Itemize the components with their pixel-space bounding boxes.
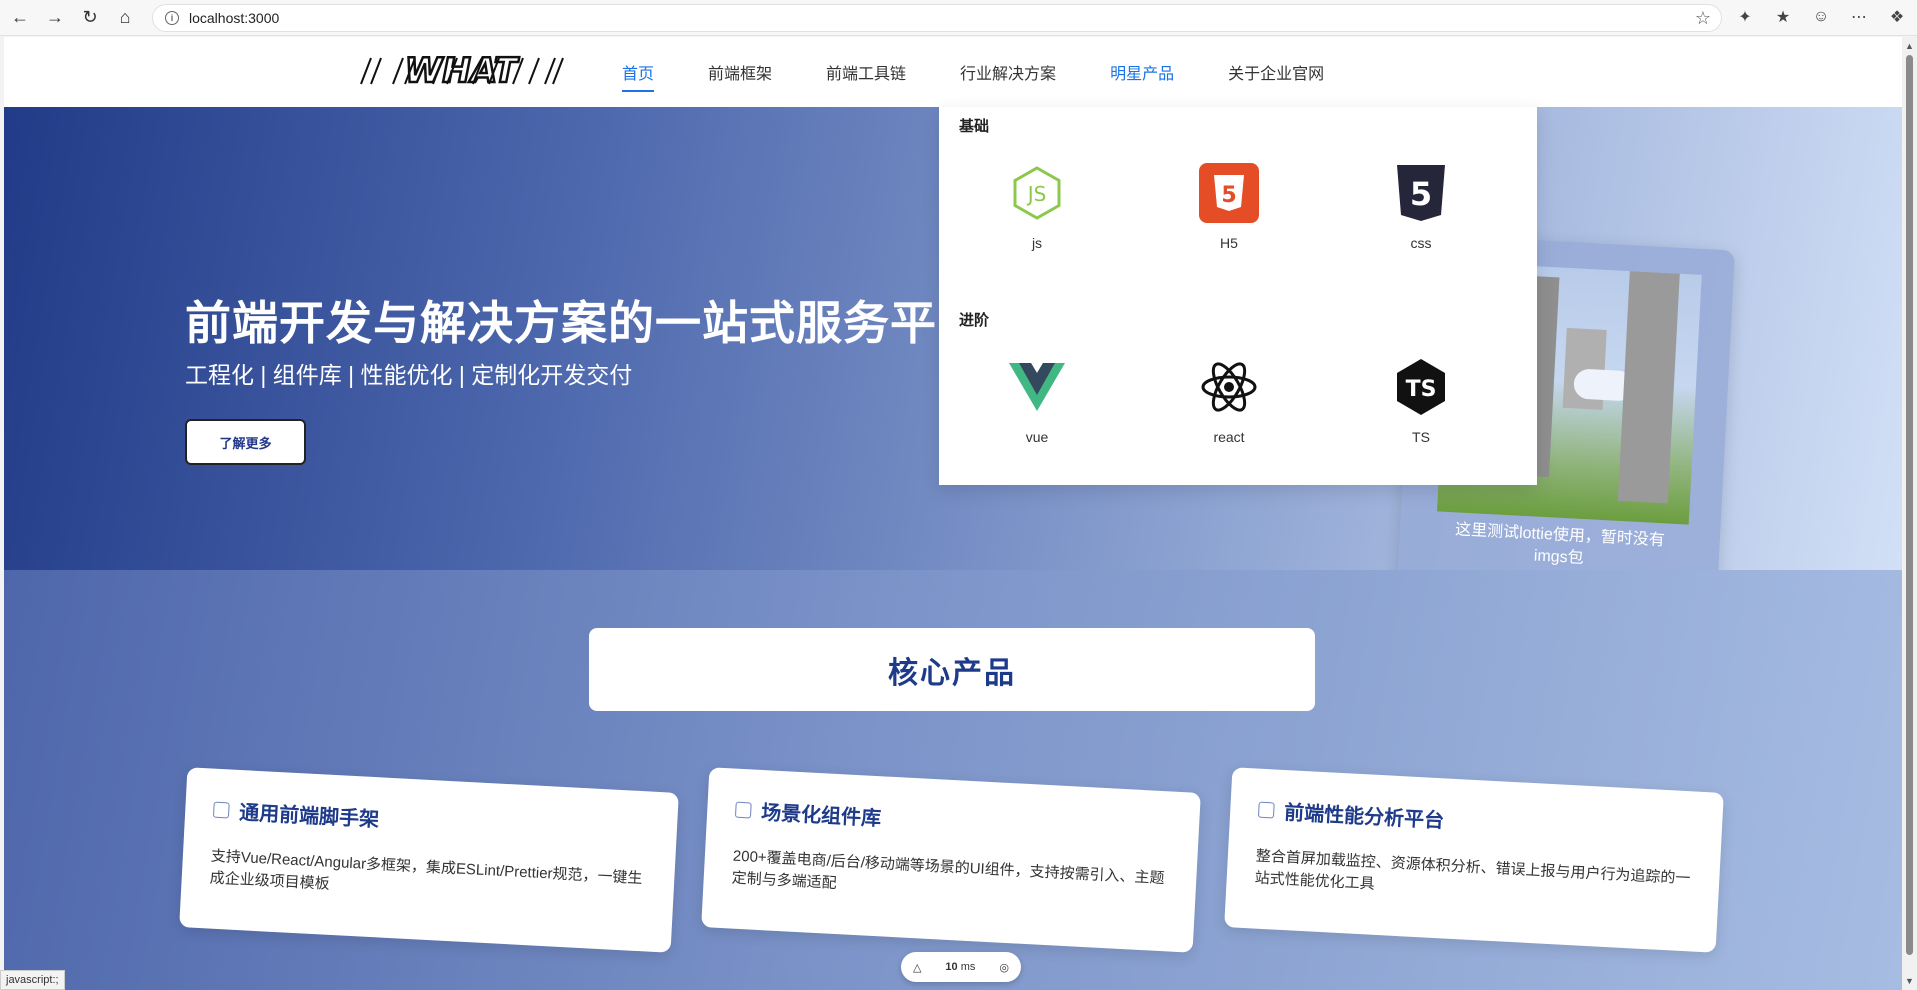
card-title: 前端性能分析平台 (1283, 802, 1445, 833)
more-menu-icon[interactable]: ⋯ (1847, 3, 1871, 31)
refresh-icon[interactable]: ↻ (75, 3, 105, 33)
site-info-icon[interactable]: i (165, 11, 179, 25)
mountain-icon: △ (912, 961, 922, 974)
back-icon[interactable]: ← (5, 3, 35, 33)
card-description: 支持Vue/React/Angular多框架，集成ESLint/Prettier… (209, 847, 643, 893)
dropdown-item-vue[interactable]: vue (977, 357, 1097, 445)
dropdown-item-css[interactable]: 5 css (1361, 163, 1481, 251)
dropdown-item-label: vue (1025, 429, 1049, 445)
scroll-up-icon[interactable]: ▲ (1905, 41, 1914, 51)
dropdown-item-label: js (1031, 235, 1043, 251)
nav-star-products[interactable]: 明星产品 (1096, 37, 1188, 107)
favorite-star-icon[interactable]: ☆ (1695, 8, 1711, 29)
card-description: 整合首屏加载监控、资源体积分析、错误上报与用户行为追踪的一站式性能优化工具 (1254, 847, 1691, 893)
site-logo[interactable]: WHAT (353, 52, 569, 88)
perf-widget[interactable]: △ 10 ms ◎ (901, 952, 1021, 982)
lottie-caption: 这里测试lottie使用，暂时没有imgs包 (1454, 521, 1666, 568)
status-bar: javascript:; (0, 970, 65, 990)
core-products-title: 核心产品 (589, 628, 1315, 711)
performance-icon (1257, 801, 1275, 818)
svg-text:JS: JS (1026, 182, 1047, 206)
scroll-thumb[interactable] (1906, 55, 1913, 955)
card-title: 通用前端脚手架 (238, 802, 380, 832)
dropdown-item-h5[interactable]: 5 H5 (1169, 163, 1289, 251)
dropdown-item-react[interactable]: react (1169, 357, 1289, 445)
dropdown-group-title: 基础 (959, 118, 990, 135)
dropdown-item-js[interactable]: JS js (977, 163, 1097, 251)
url-text: localhost:3000 (189, 10, 280, 26)
scaffold-icon (212, 801, 230, 818)
svg-text:5: 5 (1410, 175, 1432, 213)
html5-icon: 5 (1199, 163, 1259, 223)
page-scrollbar[interactable]: ▲ ▼ (1902, 37, 1917, 990)
main-nav: 首页 前端框架 前端工具链 行业解决方案 明星产品 关于企业官网 (608, 37, 1364, 107)
nav-industry-solutions[interactable]: 行业解决方案 (946, 37, 1070, 107)
home-icon[interactable]: ⌂ (110, 3, 140, 33)
react-icon (1199, 357, 1259, 417)
hero-subtitle: 工程化 | 组件库 | 性能优化 | 定制化开发交付 (185, 362, 633, 388)
favorites-icon[interactable]: ★ (1771, 3, 1795, 31)
vue-icon (1007, 357, 1067, 417)
perf-value: 10 ms (945, 961, 976, 973)
dropdown-item-label: TS (1412, 429, 1430, 445)
svg-text:5: 5 (1221, 183, 1236, 208)
target-icon[interactable]: ◎ (999, 961, 1009, 974)
dropdown-item-label: css (1410, 235, 1432, 251)
dropdown-item-label: react (1213, 429, 1245, 445)
learn-more-button[interactable]: 了解更多 (185, 419, 306, 465)
site-header: WHAT 首页 前端框架 前端工具链 行业解决方案 明星产品 关于企业官网 (4, 37, 1902, 107)
star-products-dropdown: 基础 JS js 5 H5 5 css 进阶 vue react TS TS (939, 107, 1537, 485)
scroll-down-icon[interactable]: ▼ (1905, 976, 1914, 986)
forward-icon[interactable]: → (40, 3, 70, 33)
nav-home[interactable]: 首页 (608, 37, 668, 107)
browser-toolbar: ← → ↻ ⌂ i localhost:3000 ☆ ✦ ★ ☺ ⋯ ❖ (0, 0, 1917, 36)
component-library-icon (734, 801, 752, 818)
product-card[interactable]: 场景化组件库 200+覆盖电商/后台/移动端等场景的UI组件，支持按需引入、主题… (701, 767, 1201, 953)
dropdown-item-ts[interactable]: TS TS (1361, 357, 1481, 445)
nodejs-icon: JS (1007, 163, 1067, 223)
product-card[interactable]: 通用前端脚手架 支持Vue/React/Angular多框架，集成ESLint/… (179, 767, 679, 953)
svg-text:WHAT: WHAT (405, 52, 520, 88)
nav-about[interactable]: 关于企业官网 (1214, 37, 1338, 107)
nav-frontend-frameworks[interactable]: 前端框架 (694, 37, 786, 107)
product-card[interactable]: 前端性能分析平台 整合首屏加载监控、资源体积分析、错误上报与用户行为追踪的一站式… (1224, 767, 1724, 953)
hero-title: 前端开发与解决方案的一站式服务平 (185, 297, 937, 349)
nav-frontend-toolchain[interactable]: 前端工具链 (812, 37, 920, 107)
typescript-icon: TS (1391, 357, 1451, 417)
dropdown-item-label: H5 (1220, 235, 1238, 251)
css3-icon: 5 (1391, 163, 1451, 223)
dropdown-group-title: 进阶 (959, 312, 990, 329)
copilot-icon[interactable]: ❖ (1885, 3, 1909, 31)
svg-text:TS: TS (1406, 377, 1437, 402)
profile-avatar[interactable]: ☺ (1809, 3, 1833, 31)
card-title: 场景化组件库 (760, 802, 882, 831)
card-description: 200+覆盖电商/后台/移动端等场景的UI组件，支持按需引入、主题定制与多端适配 (731, 847, 1165, 893)
extensions-icon[interactable]: ✦ (1733, 3, 1757, 31)
address-bar[interactable]: i localhost:3000 ☆ (152, 4, 1722, 32)
